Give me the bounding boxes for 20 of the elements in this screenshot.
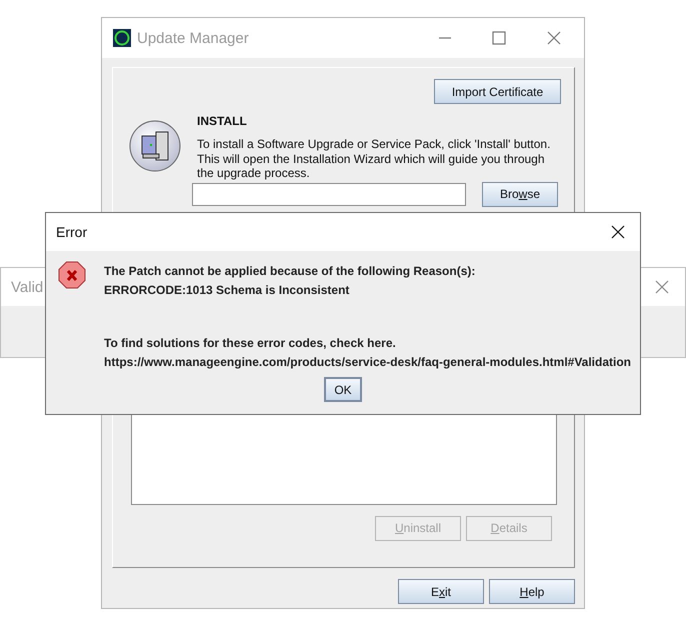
exit-button[interactable]: Exit: [398, 579, 484, 604]
window-title: Update Manager: [137, 30, 249, 46]
error-message: The Patch cannot be applied because of the following Reason(s):: [104, 263, 476, 280]
install-description: To install a Software Upgrade or Service Pack, click 'Install' button. This will open the Installation Wizard which will guide you through the upgrade process.: [197, 137, 552, 180]
help-button[interactable]: Help: [489, 579, 575, 604]
ok-button[interactable]: OK: [324, 377, 362, 402]
import-certificate-button[interactable]: Import Certificate: [434, 79, 561, 104]
error-message: ERRORCODE:1013 Schema is Inconsistent: [104, 282, 350, 299]
file-path-field[interactable]: [192, 182, 466, 206]
close-icon[interactable]: [611, 225, 625, 239]
logo-icon: [113, 29, 131, 47]
browse-button[interactable]: Browse: [482, 182, 558, 206]
dialog-title: Error: [56, 224, 88, 240]
window-title: Valid: [11, 278, 44, 296]
help-message: To find solutions for these error codes, check here.: [104, 335, 397, 352]
computer-icon: [129, 120, 181, 172]
error-icon: [58, 261, 86, 289]
help-message: https://www.manageengine.com/products/service-desk/faq-general-modules.html#Validation: [104, 354, 632, 371]
install-heading: INSTALL: [197, 114, 248, 129]
maximize-icon[interactable]: [492, 31, 506, 45]
